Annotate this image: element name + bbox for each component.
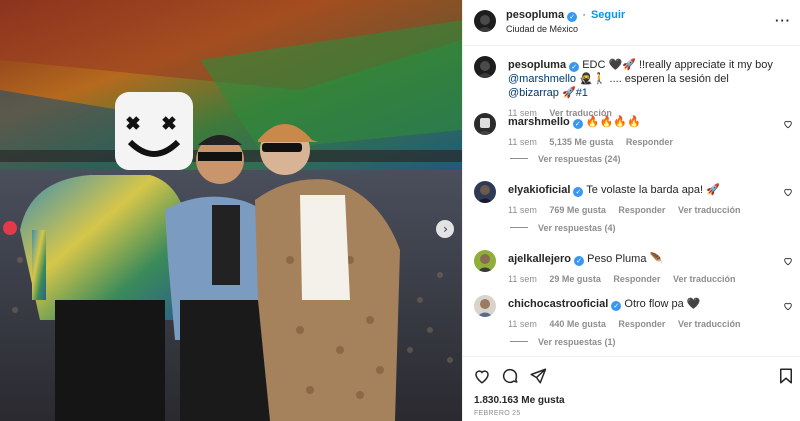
verified-badge-icon: ✓ (569, 62, 580, 72)
heart-icon[interactable] (783, 301, 793, 311)
heart-emoji-icon: 🖤🚀 (608, 59, 636, 71)
post-header: pesopluma ✓ · Seguir Ciudad de México ··… (463, 0, 800, 46)
comment-meta: 11 sem 5,135 Me gusta Responder (508, 135, 778, 149)
commenter-avatar[interactable] (474, 113, 496, 135)
caption-text-mid2: .... esperen la sesión del (606, 73, 729, 85)
view-replies-button[interactable]: Ver respuestas (24) (510, 154, 621, 164)
reply-button[interactable]: Responder (613, 274, 660, 284)
author-avatar[interactable] (474, 56, 496, 78)
comment-body: elyakioficial ✓ Te volaste la barda apa!… (508, 183, 778, 217)
next-photo-button[interactable]: › (436, 220, 454, 238)
bookmark-icon[interactable] (777, 367, 795, 385)
verified-badge-icon: ✓ (574, 256, 585, 266)
mention-marshmello[interactable]: @marshmello (508, 73, 576, 85)
comment-text: Peso Pluma 🪶 (587, 253, 664, 265)
author-username[interactable]: pesopluma (506, 9, 564, 21)
translate-button[interactable]: Ver traducción (678, 205, 741, 215)
caption-username[interactable]: pesopluma (508, 59, 566, 71)
view-replies-button[interactable]: Ver respuestas (4) (510, 223, 616, 233)
comment-body: ajelkallejero ✓ Peso Pluma 🪶 11 sem 29 M… (508, 252, 778, 286)
comment-meta: 11 sem 29 Me gusta Responder Ver traducc… (508, 272, 778, 286)
view-replies-label: Ver respuestas (1) (538, 337, 616, 347)
comment-body: marshmello ✓ 🔥🔥🔥🔥 11 sem 5,135 Me gusta … (508, 115, 778, 149)
commenter-username[interactable]: chichocastrooficial (508, 298, 608, 310)
comment-meta: 11 sem 769 Me gusta Responder Ver traduc… (508, 203, 778, 217)
verified-badge-icon: ✓ (573, 187, 584, 197)
header-line: pesopluma ✓ · Seguir (506, 9, 625, 22)
chevron-right-icon: › (443, 222, 448, 236)
comment-body: chichocastrooficial ✓ Otro flow pa 🖤 11 … (508, 297, 778, 331)
caption-body: pesopluma ✓ EDC 🖤🚀 !!really appreciate i… (508, 58, 778, 120)
heart-icon[interactable] (473, 367, 491, 385)
comment-likes[interactable]: 5,135 Me gusta (549, 137, 613, 147)
replies-line (510, 341, 528, 342)
comment-text: 🔥🔥🔥🔥 (585, 116, 641, 128)
caption-text-prefix: EDC (582, 59, 609, 71)
rocket-emoji-icon: 🚀 (558, 87, 576, 99)
view-replies-button[interactable]: Ver respuestas (1) (510, 337, 616, 347)
verified-badge-icon: ✓ (611, 301, 622, 311)
comment-text: Te volaste la barda apa! 🚀 (586, 184, 720, 196)
commenter-username[interactable]: marshmello (508, 116, 570, 128)
comment-likes[interactable]: 29 Me gusta (549, 274, 601, 284)
more-options-icon[interactable]: ··· (775, 13, 791, 28)
post-photo: › (0, 0, 462, 421)
comment-icon[interactable] (501, 367, 519, 385)
comment-time: 11 sem (508, 205, 537, 215)
post-actions: 1.830.163 Me gusta FEBRERO 25 (463, 356, 800, 421)
comment-time: 11 sem (508, 274, 537, 284)
heart-icon[interactable] (783, 119, 793, 129)
emoji-icon: 🥷🚶 (576, 73, 607, 85)
replies-line (510, 227, 528, 228)
commenter-avatar[interactable] (474, 250, 496, 272)
likes-count[interactable]: 1.830.163 Me gusta (474, 395, 565, 406)
follow-button[interactable]: Seguir (591, 9, 625, 21)
hashtag[interactable]: #1 (576, 87, 588, 99)
concert-photo-illustration (0, 0, 462, 421)
verified-badge-icon: ✓ (567, 12, 578, 22)
comment-time: 11 sem (508, 137, 537, 147)
reply-button[interactable]: Responder (618, 319, 665, 329)
verified-badge-icon: ✓ (572, 119, 583, 129)
heart-icon[interactable] (783, 187, 793, 197)
caption-text-mid: !!really appreciate it my boy (635, 59, 773, 71)
mention-bizarrap[interactable]: @bizarrap (508, 87, 559, 99)
view-replies-label: Ver respuestas (24) (538, 154, 621, 164)
comment-text: Otro flow pa 🖤 (624, 298, 701, 310)
translate-button[interactable]: Ver traducción (678, 319, 741, 329)
comment-likes[interactable]: 769 Me gusta (549, 205, 606, 215)
comment-meta: 11 sem 440 Me gusta Responder Ver traduc… (508, 317, 778, 331)
comment-likes[interactable]: 440 Me gusta (549, 319, 606, 329)
commenter-avatar[interactable] (474, 295, 496, 317)
reply-button[interactable]: Responder (626, 137, 673, 147)
comment-time: 11 sem (508, 319, 537, 329)
post-sidebar: pesopluma ✓ · Seguir Ciudad de México ··… (462, 0, 800, 421)
post-date: FEBRERO 25 (474, 410, 521, 417)
commenter-username[interactable]: elyakioficial (508, 184, 570, 196)
reply-button[interactable]: Responder (618, 205, 665, 215)
translate-button[interactable]: Ver traducción (673, 274, 736, 284)
separator-dot: · (582, 9, 586, 21)
heart-icon[interactable] (783, 256, 793, 266)
post-location[interactable]: Ciudad de México (506, 24, 578, 34)
view-replies-label: Ver respuestas (4) (538, 223, 616, 233)
replies-line (510, 158, 528, 159)
commenter-username[interactable]: ajelkallejero (508, 253, 571, 265)
author-avatar[interactable] (474, 10, 496, 32)
commenter-avatar[interactable] (474, 181, 496, 203)
comments-list: pesopluma ✓ EDC 🖤🚀 !!really appreciate i… (463, 46, 800, 356)
share-icon[interactable] (529, 367, 547, 385)
